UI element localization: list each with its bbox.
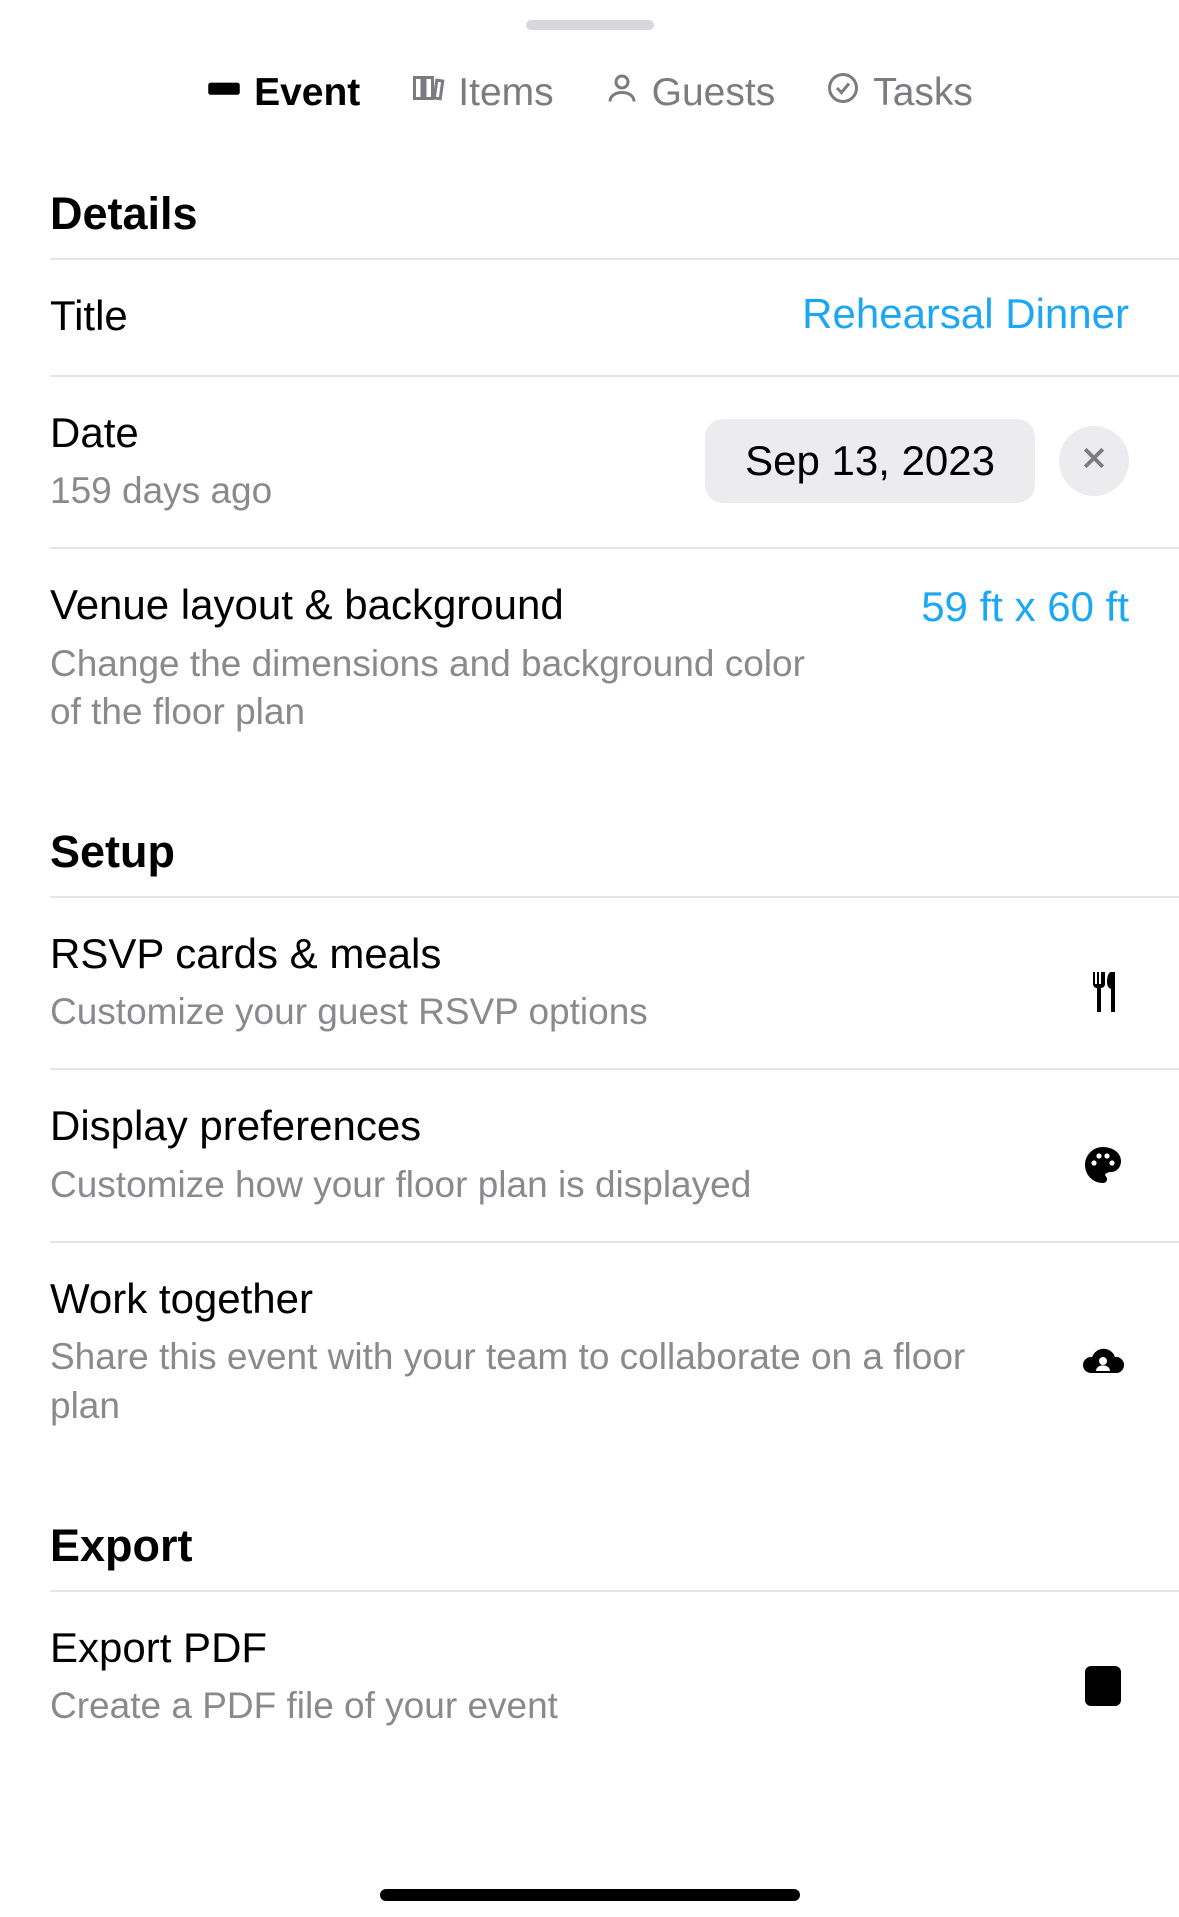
row-rsvp[interactable]: RSVP cards & meals Customize your guest … [50,898,1179,1071]
row-sublabel: Share this event with your team to colla… [50,1333,970,1429]
close-icon [1079,443,1109,478]
utensils-icon [1077,966,1129,1018]
home-indicator[interactable] [380,1889,800,1901]
row-date[interactable]: Date 159 days ago Sep 13, 2023 [50,377,1179,550]
row-work-together[interactable]: Work together Share this event with your… [50,1243,1179,1462]
cloud-person-icon [1077,1335,1129,1387]
person-icon [604,70,640,116]
row-sublabel: Customize how your floor plan is display… [50,1161,810,1209]
row-export-pdf[interactable]: Export PDF Create a PDF file of your eve… [50,1592,1179,1763]
tab-label: Event [254,71,360,115]
row-label: Venue layout & background [50,579,901,632]
row-sublabel: 159 days ago [50,467,685,515]
section-header-export: Export [50,1520,1129,1572]
row-sublabel: Create a PDF file of your event [50,1682,810,1730]
row-label: Title [50,290,782,343]
tab-items[interactable]: Items [410,70,553,116]
sheet-grabber[interactable] [526,20,654,30]
check-circle-icon [825,70,861,116]
tab-guests[interactable]: Guests [604,70,776,116]
row-sublabel: Customize your guest RSVP options [50,988,810,1036]
date-chip[interactable]: Sep 13, 2023 [705,419,1035,503]
document-icon [1077,1660,1129,1712]
venue-dimensions-value[interactable]: 59 ft x 60 ft [921,583,1129,631]
clear-date-button[interactable] [1059,426,1129,496]
section-header-details: Details [50,188,1129,240]
title-value[interactable]: Rehearsal Dinner [802,290,1129,338]
tab-tasks[interactable]: Tasks [825,70,973,116]
row-label: Display preferences [50,1100,1077,1153]
items-icon [410,70,446,116]
row-label: Work together [50,1273,1077,1326]
row-label: Date [50,407,685,460]
row-title[interactable]: Title Rehearsal Dinner [50,260,1179,377]
ruler-icon [206,70,242,116]
tab-label: Tasks [873,71,973,115]
tab-event[interactable]: Event [206,70,360,116]
row-display-preferences[interactable]: Display preferences Customize how your f… [50,1070,1179,1243]
tab-label: Guests [652,71,776,115]
row-venue-layout[interactable]: Venue layout & background Change the dim… [50,549,1179,768]
row-label: Export PDF [50,1622,1077,1675]
section-header-setup: Setup [50,826,1129,878]
row-label: RSVP cards & meals [50,928,1077,981]
tab-label: Items [458,71,553,115]
row-sublabel: Change the dimensions and background col… [50,640,810,736]
palette-icon [1077,1139,1129,1191]
